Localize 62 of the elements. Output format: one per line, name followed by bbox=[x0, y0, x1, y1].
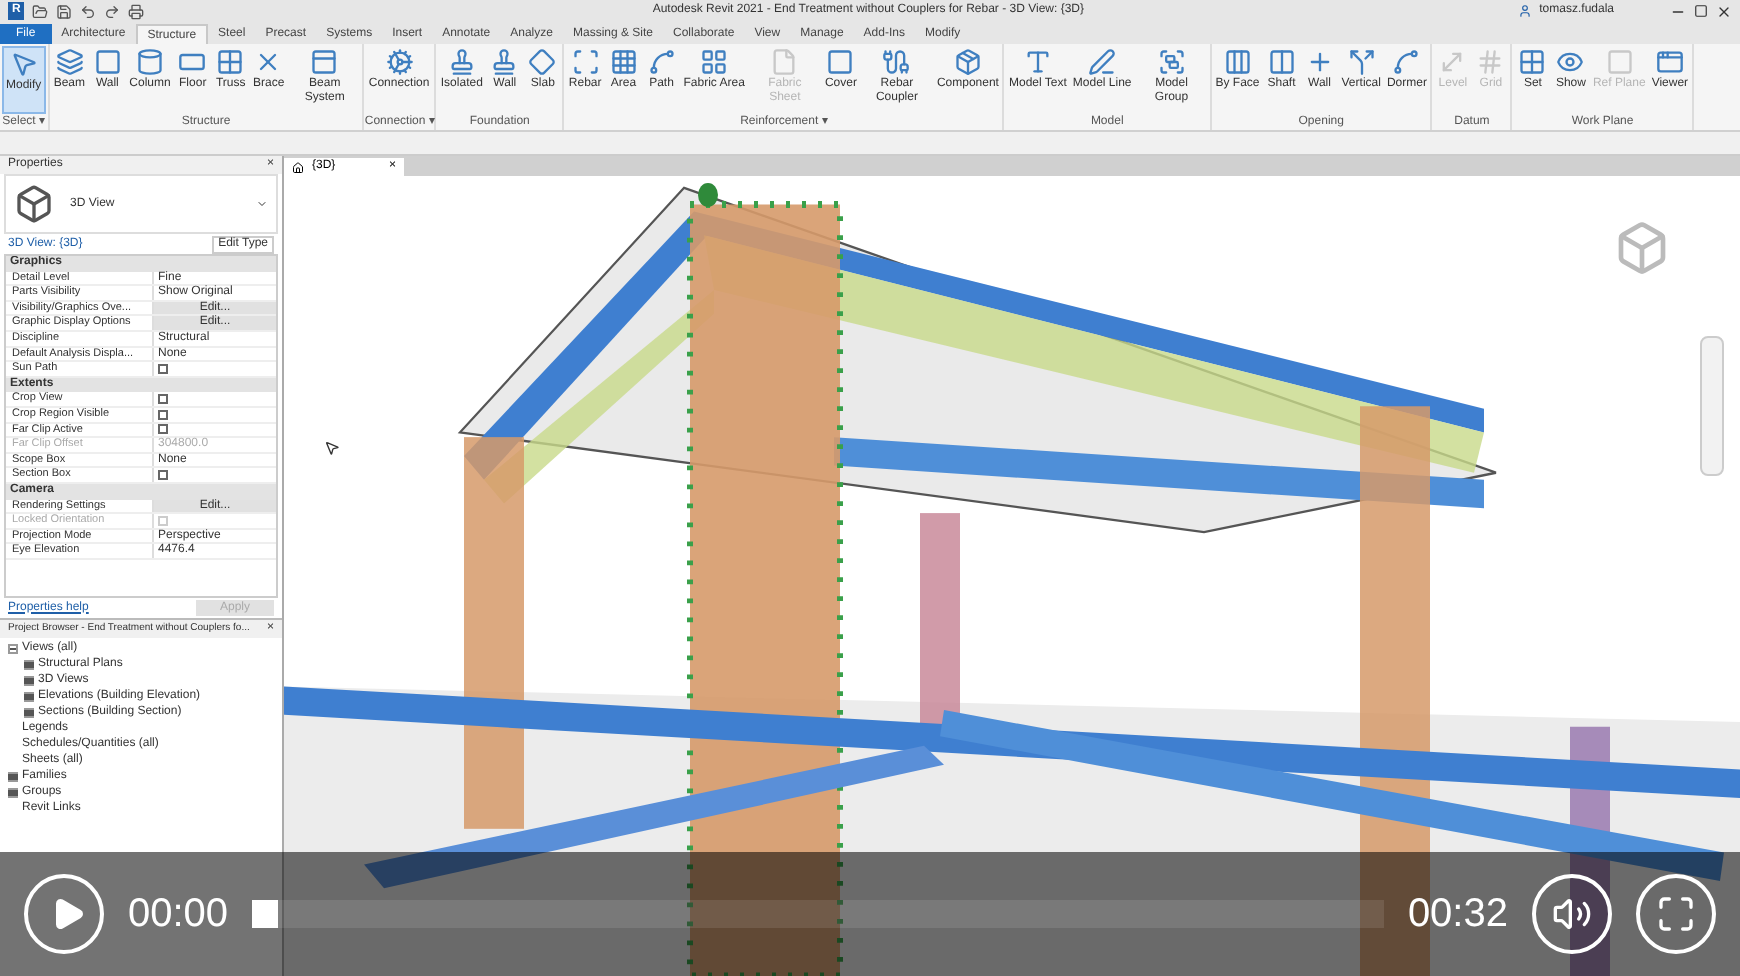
view-cube-icon bbox=[14, 184, 54, 224]
diamond-icon bbox=[528, 48, 557, 76]
checkbox[interactable] bbox=[158, 394, 168, 405]
pointer-icon bbox=[9, 50, 38, 78]
undo-icon[interactable] bbox=[80, 3, 97, 19]
volume-button[interactable] bbox=[1532, 874, 1612, 954]
elapsed-time: 00:00 bbox=[128, 890, 229, 940]
split-icon bbox=[1347, 48, 1376, 76]
user-icon[interactable] bbox=[1517, 4, 1532, 18]
square-icon bbox=[826, 48, 855, 76]
volume-icon bbox=[1552, 894, 1592, 934]
expand-toggle[interactable] bbox=[24, 691, 34, 701]
expand-toggle[interactable] bbox=[8, 771, 18, 781]
collapse-toggle[interactable] bbox=[8, 643, 18, 653]
checkbox[interactable] bbox=[158, 470, 168, 481]
close-icon[interactable] bbox=[1716, 3, 1732, 19]
fullscreen-button[interactable] bbox=[1636, 874, 1716, 954]
printer-icon[interactable] bbox=[128, 3, 145, 19]
progress-track[interactable] bbox=[252, 900, 1384, 928]
cable-icon bbox=[882, 48, 911, 76]
cursor-icon bbox=[324, 440, 340, 456]
checkbox[interactable] bbox=[158, 409, 168, 420]
grid-icon bbox=[609, 48, 638, 76]
scan-icon bbox=[571, 48, 600, 76]
grid-icon bbox=[1518, 48, 1547, 76]
play-button[interactable] bbox=[24, 874, 104, 954]
stamp-icon bbox=[490, 48, 519, 76]
restore-icon[interactable] bbox=[1694, 4, 1708, 18]
cog-icon bbox=[385, 48, 414, 76]
columns-icon bbox=[1223, 48, 1252, 76]
redo-icon[interactable] bbox=[104, 3, 121, 19]
grid-icon bbox=[700, 48, 729, 76]
panel-icon bbox=[310, 48, 339, 76]
package-icon bbox=[953, 48, 982, 76]
save-icon[interactable] bbox=[56, 3, 73, 19]
house-icon bbox=[292, 161, 304, 173]
progress-thumb[interactable] bbox=[252, 900, 279, 928]
window-icon bbox=[1655, 48, 1684, 76]
expand-toggle[interactable] bbox=[24, 659, 34, 669]
pen-icon bbox=[1088, 48, 1117, 76]
grid-icon bbox=[216, 48, 245, 76]
rectangle-icon bbox=[178, 48, 207, 76]
duration-time: 00:32 bbox=[1407, 890, 1508, 940]
fullscreen-icon bbox=[1656, 894, 1696, 934]
expand-toggle[interactable] bbox=[24, 707, 34, 717]
stamp-icon bbox=[447, 48, 476, 76]
checkbox[interactable] bbox=[158, 363, 168, 374]
columns-icon bbox=[1267, 48, 1296, 76]
plus-icon bbox=[1305, 48, 1334, 76]
dropdown-icon bbox=[256, 198, 268, 210]
curve-icon bbox=[1392, 48, 1421, 76]
curve-icon bbox=[647, 48, 676, 76]
group-icon bbox=[1157, 48, 1186, 76]
square-icon bbox=[93, 48, 122, 76]
expand-toggle[interactable] bbox=[24, 675, 34, 685]
eye-icon bbox=[1556, 48, 1585, 76]
layers-icon bbox=[55, 48, 84, 76]
expand-toggle[interactable] bbox=[8, 787, 18, 797]
text-icon bbox=[1023, 48, 1052, 76]
folder-icon[interactable] bbox=[32, 3, 49, 19]
checkbox[interactable] bbox=[158, 424, 168, 435]
cylinder-icon bbox=[136, 48, 165, 76]
